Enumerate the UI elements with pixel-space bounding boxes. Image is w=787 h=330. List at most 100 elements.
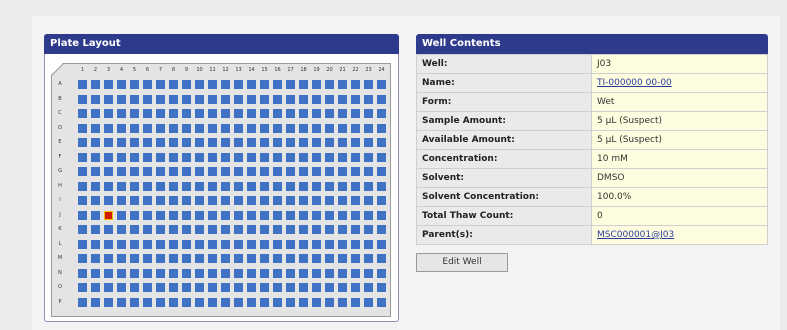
well[interactable] (299, 239, 308, 249)
well[interactable] (273, 225, 282, 234)
well[interactable] (247, 80, 256, 89)
well[interactable] (260, 109, 269, 118)
well[interactable] (156, 210, 165, 220)
well[interactable] (221, 254, 230, 263)
well[interactable] (325, 239, 334, 249)
well[interactable] (377, 123, 386, 133)
well[interactable] (325, 268, 334, 278)
well[interactable] (286, 297, 295, 307)
well[interactable] (312, 152, 321, 162)
well[interactable] (78, 80, 87, 89)
well[interactable] (117, 152, 126, 162)
well[interactable] (260, 152, 269, 162)
well[interactable] (130, 94, 139, 104)
well[interactable] (156, 239, 165, 249)
well[interactable] (117, 138, 126, 147)
well[interactable] (377, 283, 386, 292)
well[interactable] (273, 239, 282, 249)
well[interactable] (130, 283, 139, 292)
edit-well-button[interactable]: Edit Well (416, 253, 508, 272)
well[interactable] (78, 196, 87, 205)
well[interactable] (351, 123, 360, 133)
well[interactable] (130, 123, 139, 133)
well[interactable] (221, 167, 230, 176)
well[interactable] (130, 254, 139, 263)
well[interactable] (143, 239, 152, 249)
well[interactable] (234, 123, 243, 133)
well-selected[interactable] (104, 210, 113, 220)
well[interactable] (325, 94, 334, 104)
well[interactable] (247, 94, 256, 104)
well[interactable] (364, 138, 373, 147)
well[interactable] (208, 268, 217, 278)
well[interactable] (208, 94, 217, 104)
well[interactable] (130, 196, 139, 205)
well[interactable] (143, 80, 152, 89)
well[interactable] (325, 109, 334, 118)
well[interactable] (156, 94, 165, 104)
well[interactable] (117, 210, 126, 220)
well[interactable] (104, 297, 113, 307)
well[interactable] (312, 109, 321, 118)
well[interactable] (143, 123, 152, 133)
well[interactable] (221, 239, 230, 249)
well[interactable] (182, 225, 191, 234)
well[interactable] (351, 167, 360, 176)
well[interactable] (286, 94, 295, 104)
well[interactable] (299, 196, 308, 205)
well[interactable] (182, 152, 191, 162)
well[interactable] (91, 297, 100, 307)
well[interactable] (169, 268, 178, 278)
well[interactable] (91, 109, 100, 118)
well[interactable] (156, 225, 165, 234)
well[interactable] (364, 254, 373, 263)
well[interactable] (286, 181, 295, 191)
well[interactable] (182, 196, 191, 205)
well[interactable] (78, 109, 87, 118)
well[interactable] (338, 167, 347, 176)
well[interactable] (247, 123, 256, 133)
well[interactable] (78, 225, 87, 234)
well[interactable] (364, 109, 373, 118)
well[interactable] (234, 152, 243, 162)
well[interactable] (91, 94, 100, 104)
well[interactable] (208, 167, 217, 176)
well[interactable] (312, 254, 321, 263)
well[interactable] (247, 210, 256, 220)
well[interactable] (169, 196, 178, 205)
well[interactable] (351, 268, 360, 278)
well[interactable] (208, 138, 217, 147)
well[interactable] (247, 239, 256, 249)
well[interactable] (247, 297, 256, 307)
well[interactable] (195, 123, 204, 133)
well[interactable] (169, 181, 178, 191)
well[interactable] (143, 297, 152, 307)
well[interactable] (143, 152, 152, 162)
well[interactable] (182, 167, 191, 176)
well[interactable] (234, 225, 243, 234)
well[interactable] (143, 283, 152, 292)
well[interactable] (130, 268, 139, 278)
well[interactable] (156, 123, 165, 133)
well[interactable] (377, 254, 386, 263)
well[interactable] (221, 268, 230, 278)
well[interactable] (273, 80, 282, 89)
well[interactable] (351, 94, 360, 104)
well[interactable] (156, 167, 165, 176)
well[interactable] (117, 123, 126, 133)
well[interactable] (377, 80, 386, 89)
well[interactable] (286, 239, 295, 249)
well[interactable] (286, 254, 295, 263)
well[interactable] (299, 138, 308, 147)
well[interactable] (78, 239, 87, 249)
well[interactable] (104, 123, 113, 133)
well[interactable] (195, 297, 204, 307)
well[interactable] (364, 196, 373, 205)
well[interactable] (247, 152, 256, 162)
well[interactable] (169, 297, 178, 307)
well[interactable] (234, 196, 243, 205)
well[interactable] (299, 109, 308, 118)
well[interactable] (273, 254, 282, 263)
well[interactable] (195, 268, 204, 278)
well[interactable] (169, 225, 178, 234)
